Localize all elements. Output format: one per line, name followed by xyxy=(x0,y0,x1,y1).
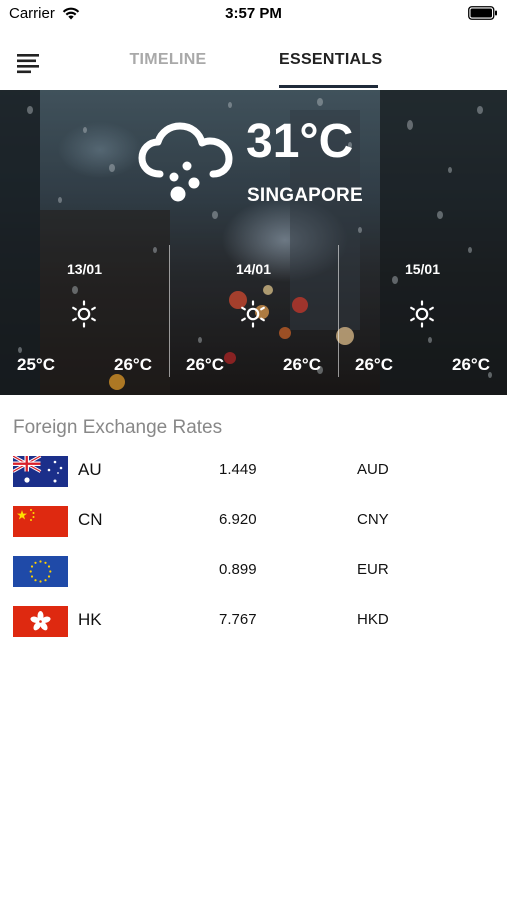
forecast-date: 15/01 xyxy=(404,261,441,277)
city-name: SINGAPORE xyxy=(247,185,363,206)
current-temperature: 31°C xyxy=(246,115,354,168)
forecast-high-temp: 26°C xyxy=(283,355,321,374)
fx-row[interactable]: CN 6.920 CNY xyxy=(0,501,507,541)
forecast-low-temp: 26°C xyxy=(186,355,224,374)
forecast-date: 13/01 xyxy=(66,261,103,277)
forecast-date: 14/01 xyxy=(235,261,272,277)
sun-icon xyxy=(410,300,434,328)
fx-currency-code: AUD xyxy=(357,461,389,478)
battery-icon xyxy=(468,6,497,20)
forecast-day: 15/01 26°C 26°C xyxy=(338,245,507,395)
tab-timeline[interactable]: TIMELINE xyxy=(128,51,208,69)
fx-rate: 6.920 xyxy=(219,511,257,528)
fx-row[interactable]: HK 7.767 HKD xyxy=(0,601,507,641)
cloud-snow-icon xyxy=(138,122,233,202)
forecast-low-temp: 25°C xyxy=(17,355,55,374)
australia-flag-icon xyxy=(13,456,68,487)
fx-rate: 7.767 xyxy=(219,611,257,628)
fx-country-code: CN xyxy=(78,510,103,529)
fx-currency-code: CNY xyxy=(357,511,389,528)
status-time: 3:57 PM xyxy=(225,5,282,22)
tab-essentials[interactable]: ESSENTIALS xyxy=(279,51,382,69)
sun-icon xyxy=(241,300,265,328)
sun-icon xyxy=(72,300,96,328)
active-tab-indicator xyxy=(279,85,378,88)
eu-flag-icon xyxy=(13,556,68,587)
forecast-high-temp: 26°C xyxy=(114,355,152,374)
forecast-high-temp: 26°C xyxy=(452,355,490,374)
nav-bar: TIMELINE ESSENTIALS xyxy=(0,40,507,90)
forecast-day: 14/01 26°C 26°C xyxy=(169,245,338,395)
menu-icon[interactable] xyxy=(17,53,41,75)
weather-panel: 31°C SINGAPORE 13/01 25°C 26°C 14/01 26°… xyxy=(0,90,507,395)
forecast-low-temp: 26°C xyxy=(355,355,393,374)
fx-row[interactable]: AU 1.449 AUD xyxy=(0,451,507,491)
fx-rate: 1.449 xyxy=(219,461,257,478)
fx-currency-code: EUR xyxy=(357,561,389,578)
fx-country-code: AU xyxy=(78,460,102,479)
china-flag-icon xyxy=(13,506,68,537)
fx-row[interactable]: 0.899 EUR xyxy=(0,551,507,591)
forecast-day: 13/01 25°C 26°C xyxy=(0,245,169,395)
hong-kong-flag-icon xyxy=(13,606,68,637)
fx-section-title: Foreign Exchange Rates xyxy=(13,417,223,438)
fx-rate: 0.899 xyxy=(219,561,257,578)
fx-currency-code: HKD xyxy=(357,611,389,628)
fx-country-code: HK xyxy=(78,610,102,629)
status-bar: Carrier 3:57 PM xyxy=(0,0,507,28)
